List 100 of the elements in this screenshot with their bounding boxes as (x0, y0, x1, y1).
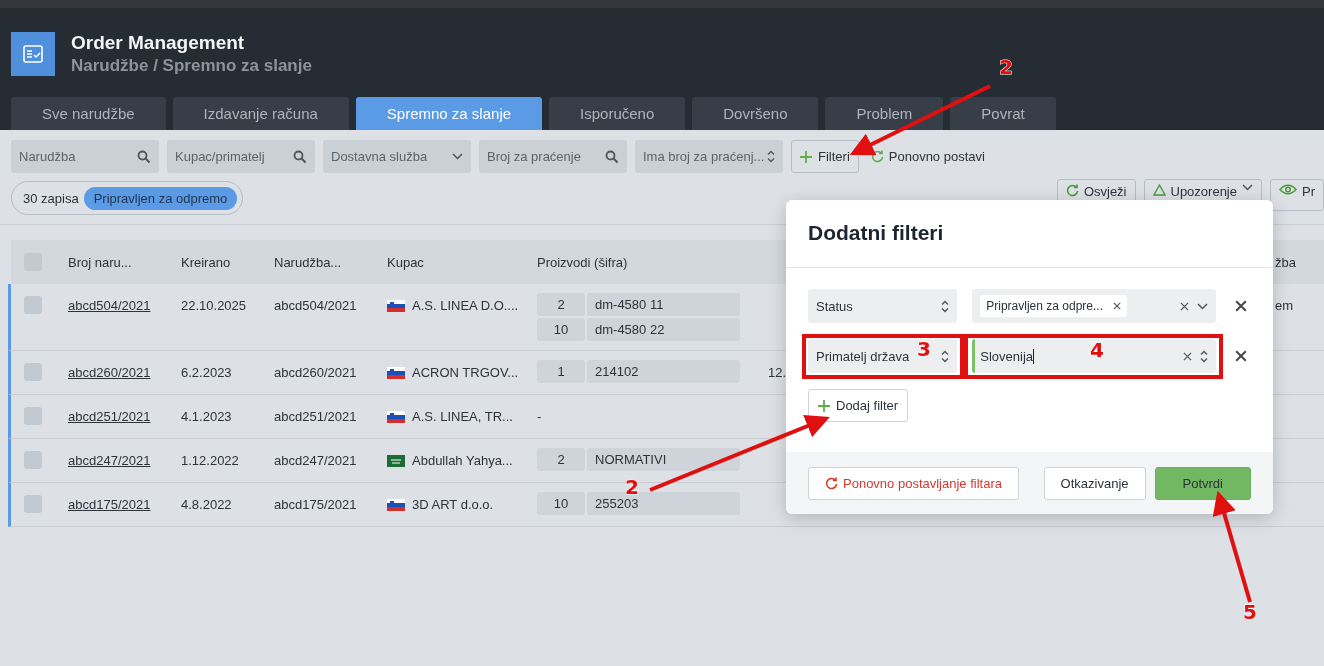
search-field[interactable]: Broj za praćenje (479, 140, 627, 173)
refresh-icon (870, 150, 884, 163)
close-icon (1235, 350, 1247, 362)
column-header: Proizvodi (šifra) (537, 254, 628, 270)
flag-icon (387, 299, 405, 312)
step-number: 3 (917, 337, 931, 361)
search-icon (137, 149, 151, 164)
quantity-cell: 2 (537, 293, 585, 316)
close-icon (1180, 301, 1189, 311)
column-header: Broj naru... (68, 254, 132, 270)
tab[interactable]: Isporučeno (549, 97, 686, 130)
field-select[interactable]: Status (808, 289, 958, 323)
column-header: Kreirano (181, 254, 231, 270)
table-cell: A.S. LINEA, TR... (412, 409, 513, 424)
search-field[interactable]: Kupac/primatelj (167, 140, 315, 173)
order-link[interactable]: abcd175/2021 (68, 497, 151, 512)
plus-icon (818, 399, 830, 412)
checkbox[interactable] (24, 296, 42, 314)
tab[interactable]: Problem (825, 97, 944, 130)
close-icon (1113, 302, 1121, 310)
table-cell: abcd175/2021 (274, 497, 357, 512)
flag-icon (387, 454, 405, 467)
breadcrumb: Narudžbe / Spremno za slanje (71, 55, 312, 76)
flag-icon (387, 410, 405, 423)
tab[interactable]: Sve narudžbe (11, 97, 166, 130)
product-code-cell: 214102 (587, 360, 740, 383)
value-chip: Pripravljen za odpre... (980, 295, 1127, 317)
table-cell: - (537, 409, 542, 424)
app-logo (11, 31, 55, 76)
up-down-icon (941, 299, 950, 313)
order-link[interactable]: abcd251/2021 (68, 409, 151, 424)
table-cell: abcd504/2021 (274, 298, 357, 313)
reset-filters-button[interactable]: Ponovno postavljanje filtara (808, 466, 1019, 500)
dropdown-field[interactable]: Dostavna služba (323, 140, 471, 173)
checkbox[interactable] (24, 363, 42, 381)
search-field[interactable]: Narudžba (11, 140, 159, 173)
column-header: žba (1275, 254, 1296, 270)
search-icon (605, 149, 619, 164)
quantity-cell: 10 (537, 318, 585, 341)
warning-icon (1152, 184, 1166, 196)
flag-icon (387, 366, 405, 379)
table-cell: abcd260/2021 (274, 365, 357, 380)
table-cell: 4.1.2023 (181, 409, 232, 424)
chevron-down-icon (1197, 302, 1208, 310)
product-code-cell: NORMATIVI (587, 448, 740, 471)
toolbar-button[interactable]: Pr (1270, 179, 1324, 211)
refresh-icon (1065, 184, 1079, 197)
close-icon (1235, 300, 1247, 312)
table-cell: 6.2.2023 (181, 365, 232, 380)
tab[interactable]: Dovršeno (692, 97, 819, 130)
quantity-cell: 10 (537, 492, 585, 515)
confirm-button[interactable]: Potvrdi (1154, 466, 1251, 500)
table-cell: em (1275, 298, 1294, 313)
refresh-icon (825, 476, 838, 490)
step-number: 4 (1090, 338, 1104, 362)
flag-icon (387, 498, 405, 511)
table-cell: 1.12.2022 (181, 453, 239, 468)
order-link[interactable]: abcd260/2021 (68, 365, 151, 380)
table-cell: abcd251/2021 (274, 409, 357, 424)
checkbox[interactable] (24, 495, 42, 513)
product-code-cell: dm-4580 11 (587, 293, 740, 316)
table-cell: 3D ART d.o.o. (412, 497, 494, 512)
table-cell: 22.10.2025 (181, 298, 247, 313)
checkbox[interactable] (24, 407, 42, 425)
order-link[interactable]: abcd247/2021 (68, 453, 151, 468)
dialog-title: Dodatni filteri (808, 221, 944, 244)
cancel-button[interactable]: Otkazivanje (1043, 466, 1146, 500)
close-icon (1183, 351, 1192, 361)
table-cell: A.S. LINEA D.O.... (412, 298, 519, 313)
table-cell: 12. (768, 365, 787, 380)
search-icon (293, 149, 307, 164)
up-down-icon (941, 349, 950, 363)
tab[interactable]: Izdavanje računa (172, 97, 349, 130)
table-cell: ACRON TRGOV... (412, 365, 519, 380)
record-count: 30 zapisa (23, 190, 79, 206)
column-header: Narudžba... (274, 254, 342, 270)
step-number: 2 (999, 55, 1013, 79)
up-down-icon (1200, 349, 1208, 363)
chevron-down-icon (1242, 184, 1253, 191)
filters-button[interactable]: Filteri (791, 140, 859, 173)
column-header: Kupac (387, 254, 424, 270)
app-title: Order Management (71, 31, 246, 54)
value-select[interactable]: Pripravljen za odpre... (972, 289, 1216, 323)
step-number: 5 (1243, 600, 1257, 624)
quantity-cell: 1 (537, 360, 585, 383)
table-cell: 4.8.2022 (181, 497, 232, 512)
table-cell: Abdullah Yahya... (412, 453, 513, 468)
table-cell: abcd247/2021 (274, 453, 357, 468)
chevron-down-icon (452, 153, 463, 160)
reset-link[interactable]: Ponovno postavi (866, 149, 989, 164)
add-filter-button[interactable]: Dodaj filter (808, 389, 909, 422)
up-down-icon (767, 150, 775, 163)
order-link[interactable]: abcd504/2021 (68, 298, 151, 313)
checkbox[interactable] (24, 451, 42, 469)
tab[interactable]: Povrat (950, 97, 1056, 130)
product-code-cell: dm-4580 22 (587, 318, 740, 341)
dropdown-field[interactable]: Ima broj za praćenj... (635, 140, 783, 173)
quantity-cell: 2 (537, 448, 585, 471)
plus-icon (800, 150, 812, 163)
status-chip[interactable]: Pripravljen za odpremo (83, 186, 238, 210)
